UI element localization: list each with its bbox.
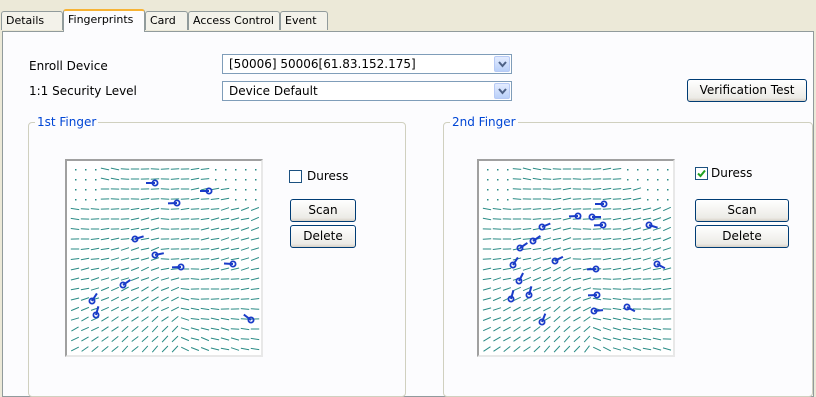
security-level-select[interactable]: Device Default <box>222 81 512 101</box>
second-fingerprint-image <box>477 159 675 357</box>
tab-access-control[interactable]: Access Control <box>188 11 280 30</box>
second-scan-button[interactable]: Scan <box>695 199 789 222</box>
first-duress-checkbox[interactable] <box>289 170 302 183</box>
chevron-down-icon[interactable] <box>494 83 510 99</box>
enroll-device-value: [50006] 50006[61.83.152.175] <box>229 57 416 71</box>
first-delete-button[interactable]: Delete <box>290 225 356 248</box>
verification-test-button[interactable]: Verification Test <box>687 79 807 102</box>
second-duress-checkbox[interactable] <box>695 167 708 180</box>
enroll-device-select[interactable]: [50006] 50006[61.83.152.175] <box>222 54 512 74</box>
second-duress-label: Duress <box>711 166 752 180</box>
enroll-device-label: Enroll Device <box>29 59 108 73</box>
fingerprint-icon <box>479 161 673 355</box>
security-level-value: Device Default <box>229 84 318 98</box>
tab-details[interactable]: Details <box>1 11 63 30</box>
tab-event[interactable]: Event <box>280 11 328 30</box>
first-finger-legend: 1st Finger <box>35 115 98 129</box>
tab-bar: Details Fingerprints Card Access Control… <box>0 0 816 31</box>
tab-card[interactable]: Card <box>145 11 188 30</box>
fingerprint-icon <box>67 161 261 355</box>
first-fingerprint-image <box>65 159 263 357</box>
security-level-label: 1:1 Security Level <box>29 84 137 98</box>
first-scan-button[interactable]: Scan <box>290 199 356 222</box>
check-icon <box>698 171 705 177</box>
second-finger-legend: 2nd Finger <box>450 115 518 129</box>
first-duress-label: Duress <box>307 169 348 183</box>
second-delete-button[interactable]: Delete <box>695 225 789 248</box>
tab-fingerprints[interactable]: Fingerprints <box>63 9 145 32</box>
chevron-down-icon[interactable] <box>494 56 510 72</box>
